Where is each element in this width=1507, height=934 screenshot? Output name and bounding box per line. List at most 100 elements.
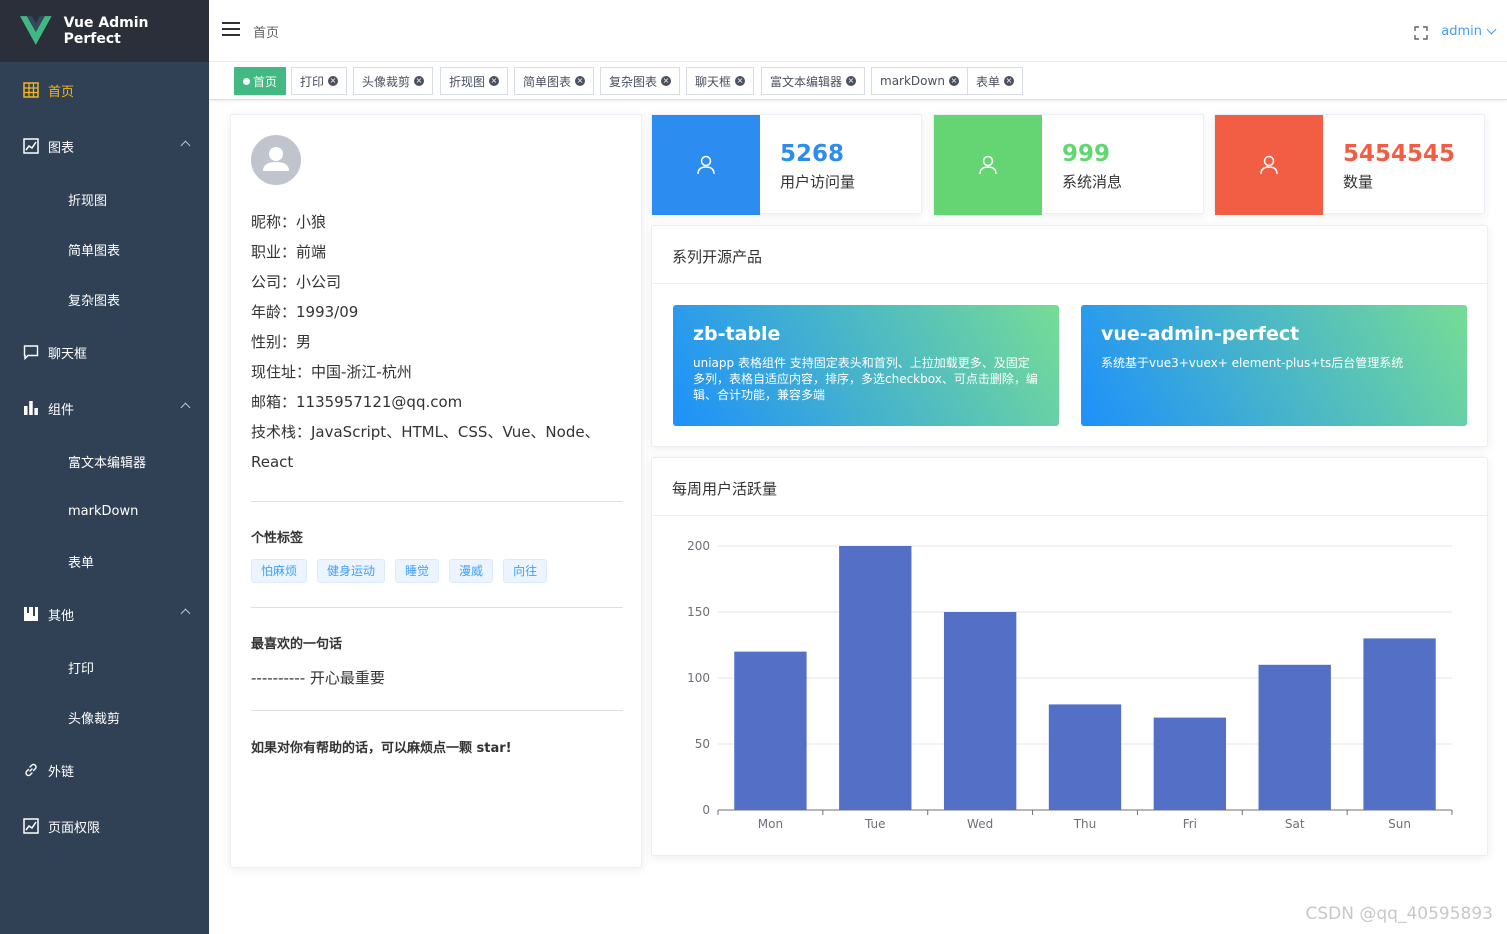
close-icon[interactable]: ×	[1004, 76, 1015, 86]
chevron-up-icon	[180, 402, 191, 413]
close-icon[interactable]: ×	[846, 76, 857, 86]
sidebar-item-permission[interactable]: 页面权限	[0, 798, 209, 854]
x-tick-label: Sat	[1285, 817, 1305, 831]
profile-card: 昵称：小狼 职业：前端 公司：小公司 年龄：1993/09 性别：男 现住址：中…	[230, 114, 642, 868]
sidebar: Vue Admin Perfect 首页 图表 折现图 简单图表 复杂图表 聊天…	[0, 0, 209, 934]
profile-email: 邮箱：1135957121@qq.com	[251, 393, 463, 411]
profile-address: 现住址：中国-浙江-杭州	[251, 363, 412, 381]
hamburger-icon[interactable]	[222, 22, 240, 38]
tag-print[interactable]: 打印 ×	[291, 67, 348, 95]
tag-avatar-crop[interactable]: 头像裁剪 ×	[353, 67, 434, 95]
sidebar-item-chat[interactable]: 聊天框	[0, 324, 209, 380]
tag-label: 聊天框	[695, 74, 732, 89]
sidebar-subitem-complex-chart[interactable]: 复杂图表	[0, 274, 209, 324]
user-icon	[934, 115, 1042, 215]
stat-label: 系统消息	[1062, 173, 1123, 191]
bar	[1258, 664, 1331, 810]
product-desc: uniapp 表格组件 支持固定表头和首列、上拉加载更多、及固定多列，表格自适应…	[693, 356, 1038, 402]
profile-age: 年龄：1993/09	[251, 303, 359, 321]
product-name: vue-admin-perfect	[1101, 323, 1300, 345]
close-icon[interactable]: ×	[661, 76, 672, 86]
sidebar-item-home[interactable]: 首页	[0, 62, 209, 118]
user-icon	[652, 115, 760, 215]
tag-rich-editor[interactable]: 富文本编辑器 ×	[761, 67, 866, 95]
tag-markdown[interactable]: markDown ×	[871, 67, 968, 95]
app-title: Vue Admin Perfect	[63, 15, 149, 47]
watermark: CSDN @qq_40595893	[1305, 904, 1493, 924]
tags-section-title: 个性标签	[251, 531, 304, 546]
chevron-down-icon	[1486, 24, 1497, 35]
tag-label: 复杂图表	[609, 74, 658, 89]
star-request-text: 如果对你有帮助的话，可以麻烦点一颗 star!	[251, 741, 512, 756]
product-card-zb-table[interactable]: zb-table uniapp 表格组件 支持固定表头和首列、上拉加载更多、及固…	[673, 305, 1059, 426]
sidebar-subitem-print[interactable]: 打印	[0, 642, 209, 692]
close-icon[interactable]: ×	[575, 76, 586, 86]
profile-tech-stack-cont: React	[251, 453, 294, 471]
sidebar-item-label: 组件	[48, 402, 75, 418]
bar-chart: 0 50 100 150 200 Mon Tue Wed Thu Fri Sat Sun	[687, 539, 1453, 831]
card-title: 每周用户活跃量	[652, 458, 1487, 516]
sidebar-item-external-link[interactable]: 外链	[0, 742, 209, 798]
sidebar-subitem-rich-editor[interactable]: 富文本编辑器	[0, 436, 209, 486]
tag-form[interactable]: 表单 ×	[967, 67, 1024, 95]
sidebar-subitem-form[interactable]: 表单	[0, 536, 209, 586]
tag-simple-chart[interactable]: 简单图表 ×	[514, 67, 595, 95]
close-icon[interactable]: ×	[948, 76, 959, 86]
logo[interactable]: Vue Admin Perfect	[0, 0, 209, 62]
y-tick-label: 150	[687, 605, 710, 619]
sidebar-subitem-markdown[interactable]: markDown	[0, 486, 209, 536]
personal-tag: 怕麻烦	[251, 559, 308, 583]
close-icon[interactable]: ×	[328, 76, 339, 86]
stat-card-count: 5454545 数量	[1214, 114, 1485, 215]
sidebar-subitem-avatar-crop[interactable]: 头像裁剪	[0, 692, 209, 742]
sidebar-item-label: 图表	[48, 140, 75, 156]
user-avatar-icon	[263, 147, 289, 171]
stat-card-messages: 999 系统消息	[933, 114, 1204, 215]
sidebar-subitem-simple-chart[interactable]: 简单图表	[0, 224, 209, 274]
stat-value: 5454545	[1343, 141, 1456, 167]
personal-tag: 健身运动	[317, 559, 386, 583]
breadcrumb[interactable]: 首页	[253, 22, 279, 41]
y-tick-label: 50	[695, 737, 710, 751]
personal-tag: 睡觉	[395, 559, 440, 583]
close-icon[interactable]: ×	[735, 76, 746, 86]
profile-tech-stack: 技术栈：JavaScript、HTML、CSS、Vue、Node、	[251, 423, 600, 441]
sidebar-item-label: 首页	[48, 84, 75, 100]
bar-chart-icon	[22, 399, 40, 417]
tag-line-chart[interactable]: 折现图 ×	[440, 67, 509, 95]
sidebar-item-label: 页面权限	[48, 820, 101, 836]
close-icon[interactable]: ×	[414, 76, 425, 86]
x-tick-label: Tue	[864, 817, 886, 831]
x-tick-label: Mon	[758, 817, 783, 831]
tag-complex-chart[interactable]: 复杂图表 ×	[600, 67, 681, 95]
sidebar-subitem-line-chart[interactable]: 折现图	[0, 174, 209, 224]
stat-label: 用户访问量	[780, 173, 856, 191]
tag-chat[interactable]: 聊天框 ×	[686, 67, 755, 95]
tag-label: 打印	[300, 74, 325, 89]
line-chart-icon	[22, 137, 40, 155]
fullscreen-icon[interactable]	[1414, 26, 1428, 40]
sidebar-item-charts[interactable]: 图表	[0, 118, 209, 174]
profile-gender: 性别：男	[251, 333, 312, 351]
sidebar-item-label: 其他	[48, 608, 75, 624]
calendar-icon	[22, 605, 40, 623]
profile-job: 职业：前端	[251, 243, 327, 261]
bar	[839, 546, 912, 810]
chevron-up-icon	[180, 140, 191, 151]
user-dropdown[interactable]: admin	[1441, 24, 1497, 39]
tag-home[interactable]: 首页	[234, 67, 287, 95]
x-tick-label: Thu	[1073, 817, 1097, 831]
bar	[1048, 704, 1122, 810]
personal-tag: 漫威	[449, 559, 494, 583]
sidebar-item-other[interactable]: 其他	[0, 586, 209, 642]
stat-label: 数量	[1343, 173, 1374, 191]
bar	[734, 651, 807, 810]
product-card-vue-admin-perfect[interactable]: vue-admin-perfect 系统基于vue3+vuex+ element…	[1081, 305, 1467, 426]
quote-section-title: 最喜欢的一句话	[251, 637, 343, 652]
sidebar-item-components[interactable]: 组件	[0, 380, 209, 436]
tag-label: markDown	[880, 74, 945, 88]
tags-view: 首页 打印 × 头像裁剪 × 折现图 × 简单图表 × 复杂图表 × 聊天框 × 富文本编辑…	[209, 62, 1507, 100]
profile-company: 公司：小公司	[251, 273, 342, 291]
bar	[943, 612, 1017, 810]
close-icon[interactable]: ×	[489, 76, 500, 86]
